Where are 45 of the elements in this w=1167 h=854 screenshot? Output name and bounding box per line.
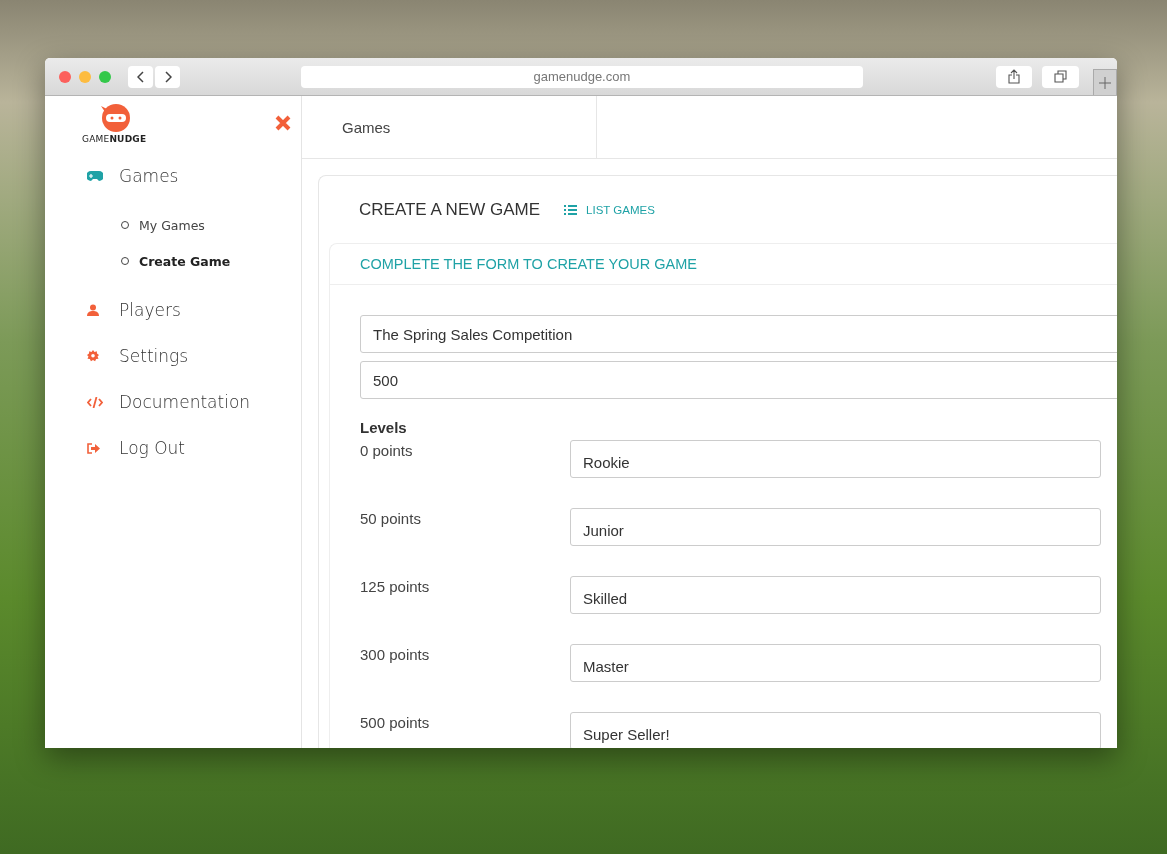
chevron-right-icon [163,70,172,83]
form-title: COMPLETE THE FORM TO CREATE YOUR GAME [330,244,1117,285]
input-field[interactable]: The Spring Sales Competition [360,315,1117,353]
points-label: 500 points [360,713,431,733]
sidebar-item[interactable]: Log Out [45,425,301,471]
chevron-left-icon [136,70,145,83]
sidebar-item[interactable]: Players [45,287,301,333]
gear-icon [87,350,99,362]
address-bar[interactable]: gamenudge.com [301,65,863,88]
level-name-field[interactable]: Skilled [570,576,1101,614]
sidebar-item[interactable]: Games [45,153,301,199]
list-icon [564,204,578,215]
close-icon [275,115,291,131]
logout-icon [87,442,100,454]
new-tab-button[interactable] [1093,69,1117,95]
level-name-field[interactable]: Master [570,644,1101,682]
level-name-field[interactable]: Super Seller! [570,712,1101,748]
plus-icon [1099,76,1112,89]
card-title: CREATE A NEW GAME [359,199,541,220]
share-button[interactable] [995,65,1033,88]
levels-heading: Levels [360,419,408,436]
points-label: 125 points [360,577,431,597]
tabs-icon [1054,70,1068,83]
points-label: 50 points [360,509,422,529]
brand-name: GAMENUDGE [82,134,147,144]
share-icon [1008,69,1021,84]
sidebar-item[interactable]: Documentation [45,379,301,425]
level-name-field[interactable]: Rookie [570,440,1101,478]
level-name-field[interactable]: Junior [570,508,1101,546]
maximize-button[interactable] [99,70,111,83]
points-label: 300 points [360,645,431,665]
header-tab[interactable]: Games [302,96,597,158]
gamepad-icon [87,171,103,181]
code-icon [87,396,103,408]
sidebar-item[interactable]: Settings [45,333,301,379]
sidebar-subitem[interactable]: My Games [121,207,301,243]
user-icon [87,304,99,316]
tabs-button[interactable] [1042,65,1080,88]
input-field[interactable]: 500 [360,361,1117,399]
sidebar-subitem[interactable]: Create Game [121,243,301,279]
points-label: 0 points [360,441,414,461]
back-button[interactable] [128,65,153,88]
close-button[interactable] [59,70,71,83]
forward-button[interactable] [155,65,180,88]
minimize-button[interactable] [79,70,91,83]
